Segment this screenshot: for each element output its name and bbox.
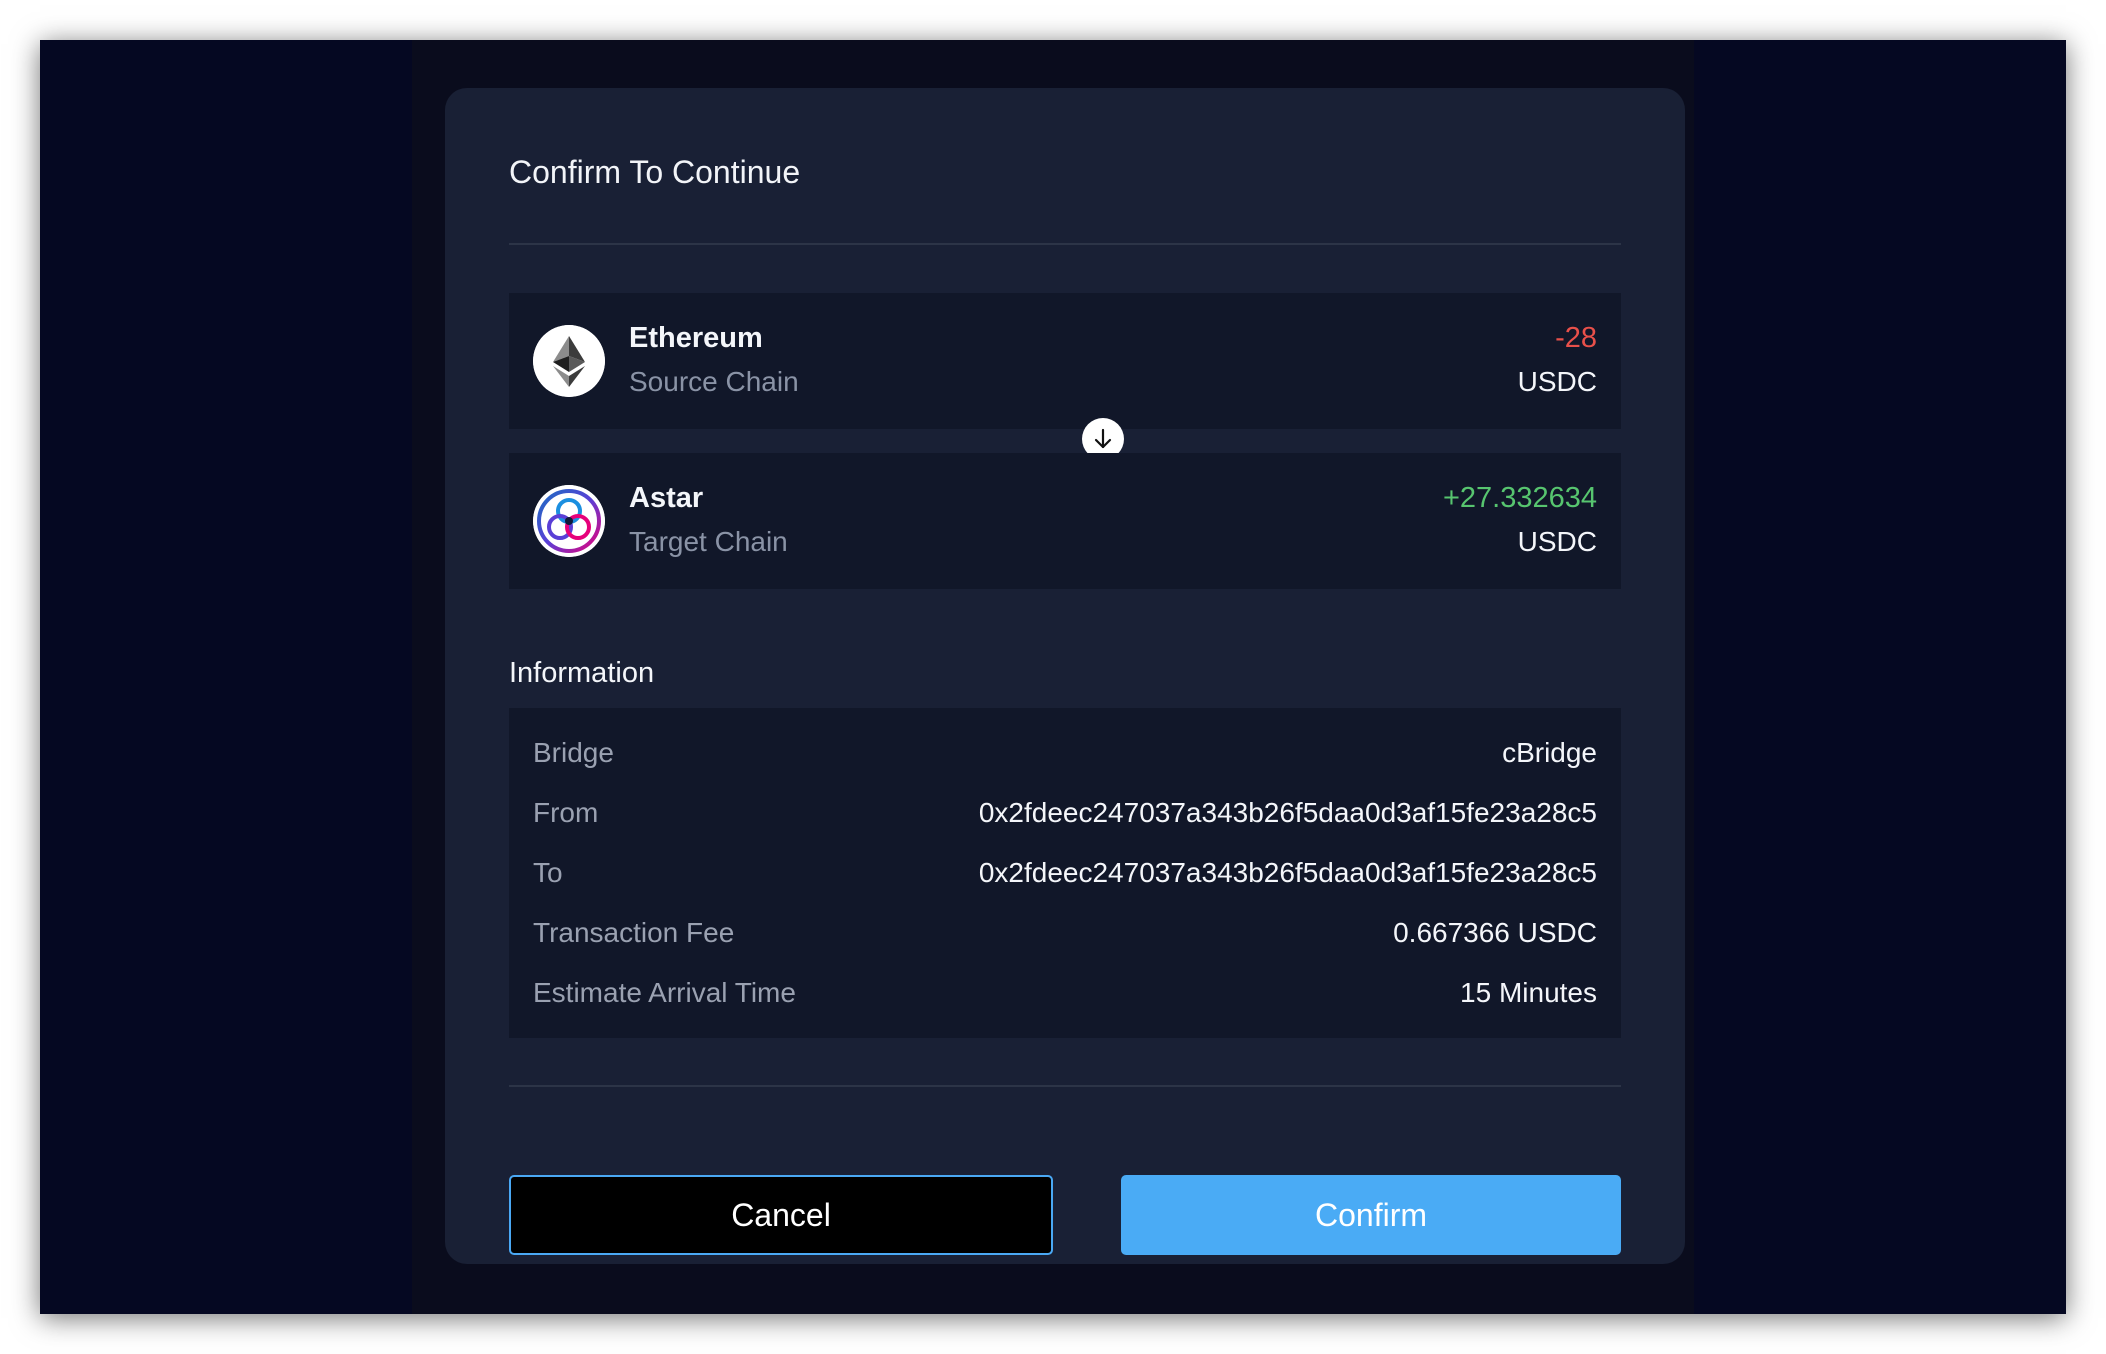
info-row-arrival-time: Estimate Arrival Time 15 Minutes [533, 977, 1597, 1017]
source-chain-name: Ethereum [629, 322, 763, 354]
target-amount: +27.332634 [1442, 482, 1597, 514]
app-window: Confirm To Continue Ethereum Source Chai… [40, 40, 2066, 1314]
source-amount: -28 [1555, 322, 1597, 354]
info-value: 0x2fdeec247037a343b26f5daa0d3af15fe23a28… [978, 797, 1597, 828]
target-token: USDC [1517, 526, 1597, 557]
target-chain-label: Target Chain [629, 526, 788, 557]
astar-icon [533, 485, 605, 557]
confirm-dialog: Confirm To Continue Ethereum Source Chai… [445, 88, 1685, 1264]
info-row-bridge: Bridge cBridge [533, 737, 1597, 777]
info-value: 15 Minutes [1460, 977, 1597, 1008]
info-label: Transaction Fee [533, 917, 735, 948]
info-value: cBridge [1502, 737, 1597, 768]
info-label: From [533, 797, 599, 828]
source-chain-label: Source Chain [629, 366, 799, 397]
info-label: To [533, 857, 563, 888]
ethereum-icon [533, 325, 605, 397]
target-chain-name: Astar [629, 482, 704, 514]
title-divider [509, 243, 1621, 245]
target-chain-card: Astar Target Chain +27.332634 USDC [509, 453, 1621, 589]
dialog-title: Confirm To Continue [509, 154, 801, 190]
info-row-from: From 0x2fdeec247037a343b26f5daa0d3af15fe… [533, 797, 1597, 837]
information-panel: Bridge cBridge From 0x2fdeec247037a343b2… [509, 708, 1621, 1038]
info-value: 0x2fdeec247037a343b26f5daa0d3af15fe23a28… [978, 857, 1597, 888]
confirm-button[interactable]: Confirm [1121, 1175, 1621, 1255]
info-label: Estimate Arrival Time [533, 977, 796, 1008]
info-row-to: To 0x2fdeec247037a343b26f5daa0d3af15fe23… [533, 857, 1597, 897]
info-row-transaction-fee: Transaction Fee 0.667366 USDC [533, 917, 1597, 957]
information-heading: Information [509, 657, 655, 689]
cancel-button[interactable]: Cancel [509, 1175, 1053, 1255]
footer-divider [509, 1085, 1621, 1087]
info-label: Bridge [533, 737, 614, 768]
info-value: 0.667366 USDC [1393, 917, 1597, 948]
source-token: USDC [1517, 366, 1597, 397]
source-chain-card: Ethereum Source Chain -28 USDC [509, 293, 1621, 429]
